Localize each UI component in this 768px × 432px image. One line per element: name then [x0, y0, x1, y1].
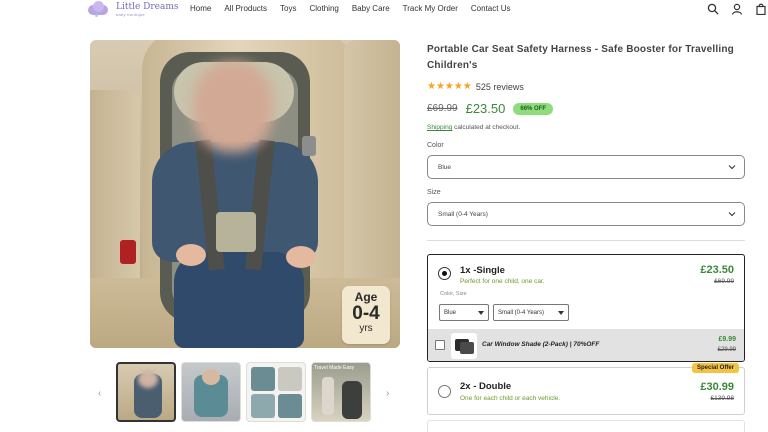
price-row: £69.99 £23.50 66% OFF [427, 101, 554, 116]
dropdown-arrow-icon [478, 311, 484, 315]
size-label: Size [427, 189, 441, 196]
size-select-value: Small (0-4 Years) [438, 210, 488, 218]
thumbnail-3[interactable] [246, 362, 306, 422]
logo[interactable]: Little Dreams baby boutique [86, 0, 179, 17]
bundle-size-select[interactable]: Small (0-4 Years) [493, 304, 569, 321]
thumbnail-2[interactable] [181, 362, 241, 422]
product-title: Portable Car Seat Safety Harness - Safe … [427, 44, 734, 71]
shipping-note: Shipping calculated at checkout. [427, 124, 521, 131]
chevron-down-icon [728, 212, 736, 217]
color-label: Color [427, 142, 444, 149]
bundle-subtitle: One for each child or each vehicle. [460, 395, 561, 402]
site-header: Little Dreams baby boutique Home All Pro… [0, 0, 768, 22]
product-main-image[interactable]: Age 0-4 yrs [90, 40, 400, 348]
age-badge: Age 0-4 yrs [342, 286, 390, 344]
thumbnail-1[interactable] [116, 362, 176, 422]
special-offer-badge: Special Offer [692, 363, 740, 373]
upsell-row[interactable]: Car Window Shade (2-Pack) | 70%OFF £9.99… [428, 329, 744, 361]
bundle-price: £23.50 [700, 264, 734, 276]
shipping-link[interactable]: Shipping [427, 124, 452, 131]
discount-badge: 66% OFF [513, 102, 554, 115]
nav-contact-us[interactable]: Contact Us [471, 4, 511, 13]
rating[interactable]: ★★★★★ 525 reviews [427, 81, 524, 92]
upsell-compare-price: £29.99 [717, 347, 736, 353]
review-count[interactable]: 525 reviews [476, 82, 524, 92]
bundle-option-single[interactable]: 1x -Single Perfect for one child, one ca… [427, 254, 745, 362]
bundle-color-select[interactable]: Blue [439, 304, 489, 321]
color-select[interactable]: Blue [427, 155, 745, 179]
bundle-title: 1x -Single [460, 265, 505, 276]
bundle-radio[interactable] [438, 385, 451, 398]
dropdown-arrow-icon [558, 311, 564, 315]
window-shade-image [451, 333, 477, 359]
nav-all-products[interactable]: All Products [224, 4, 267, 13]
nav-home[interactable]: Home [190, 4, 211, 13]
thumbnail-strip: Travel Made Easy [116, 362, 371, 422]
upsell-title: Car Window Shade (2-Pack) | 70%OFF [482, 341, 600, 348]
nav-clothing[interactable]: Clothing [309, 4, 338, 13]
bundle-compare-price: £139.98 [710, 395, 735, 402]
cart-icon[interactable] [754, 2, 768, 16]
nav-baby-care[interactable]: Baby Care [352, 4, 390, 13]
upsell-checkbox[interactable] [435, 340, 445, 350]
bundle-compare-price: £69.99 [714, 278, 734, 285]
variant-label: Color, Size [440, 291, 467, 297]
logo-tagline: baby boutique [116, 12, 146, 17]
bundle-title: 2x - Double [460, 381, 512, 392]
bundle-price: £30.99 [700, 381, 734, 393]
logo-cloud-icon [86, 0, 110, 17]
upsell-price: £9.99 [718, 336, 736, 343]
bundle-option-next[interactable] [427, 420, 745, 432]
star-rating-icon: ★★★★★ [427, 81, 472, 92]
search-icon[interactable] [706, 2, 720, 16]
logo-title: Little Dreams [116, 2, 179, 12]
main-nav: Home All Products Toys Clothing Baby Car… [190, 4, 510, 13]
color-select-value: Blue [438, 163, 452, 171]
chevron-down-icon [728, 165, 736, 170]
bundle-subtitle: Perfect for one child, one car. [460, 278, 545, 285]
nav-toys[interactable]: Toys [280, 4, 296, 13]
compare-price: £69.99 [427, 103, 458, 114]
bundle-divider [427, 240, 745, 241]
size-select[interactable]: Small (0-4 Years) [427, 202, 745, 226]
thumbnail-4[interactable]: Travel Made Easy [311, 362, 371, 422]
thumb-next-icon[interactable]: › [386, 388, 389, 399]
account-icon[interactable] [730, 2, 744, 16]
nav-track-order[interactable]: Track My Order [403, 4, 458, 13]
bundle-option-double[interactable]: 2x - Double One for each child or each v… [427, 367, 745, 415]
sale-price: £23.50 [465, 101, 506, 116]
thumb-prev-icon[interactable]: ‹ [98, 388, 101, 399]
bundle-radio-selected[interactable] [438, 267, 451, 280]
